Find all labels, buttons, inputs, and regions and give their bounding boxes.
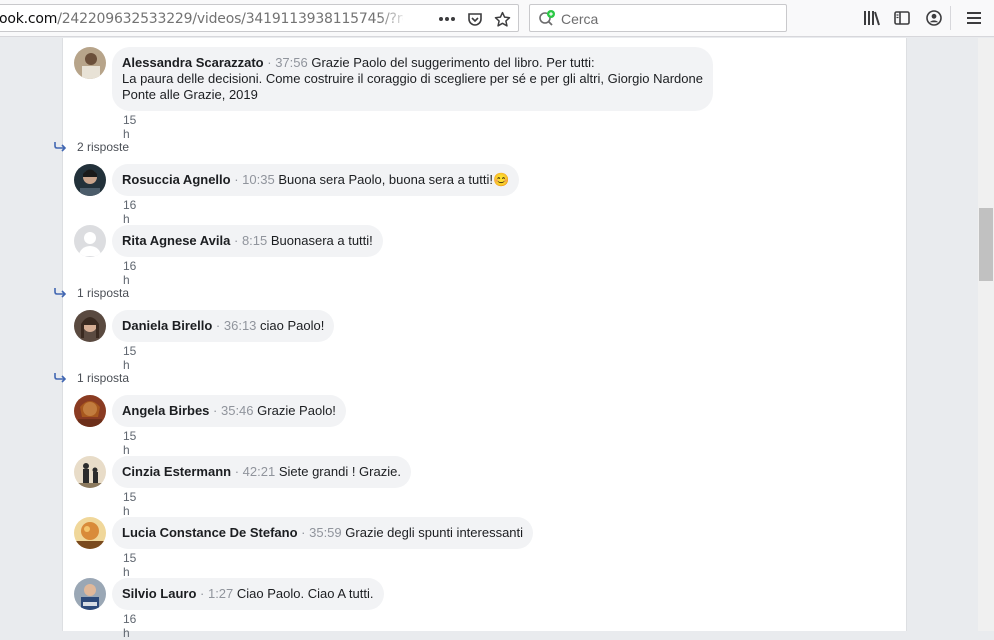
reply-arrow-icon bbox=[54, 142, 67, 152]
comment-age[interactable]: 15 h bbox=[123, 490, 136, 518]
url-fade bbox=[379, 7, 409, 29]
comment-text: Buonasera a tutti! bbox=[270, 233, 373, 248]
comment-bubble: Lucia Constance De Stefano · 35:59 Grazi… bbox=[112, 517, 534, 549]
comment-bubble: Silvio Lauro · 1:27 Ciao Paolo. Ciao A t… bbox=[112, 578, 384, 610]
pocket-icon[interactable] bbox=[464, 8, 486, 30]
page-actions-icon[interactable] bbox=[436, 8, 458, 30]
search-bar[interactable]: Cerca bbox=[529, 4, 787, 32]
scrollbar[interactable] bbox=[978, 38, 994, 631]
comment-timestamp[interactable]: 8:15 bbox=[242, 233, 267, 248]
avatar[interactable] bbox=[74, 225, 106, 257]
url-bar[interactable]: ook.com/242209632533229/videos/341911393… bbox=[0, 4, 519, 32]
menu-icon[interactable] bbox=[963, 7, 985, 29]
comment-author[interactable]: Lucia Constance De Stefano bbox=[122, 525, 298, 540]
avatar[interactable] bbox=[74, 164, 106, 196]
comment-timestamp[interactable]: 35:46 bbox=[221, 403, 254, 418]
reply-arrow-icon bbox=[54, 288, 67, 298]
comment-age[interactable]: 16 h bbox=[123, 259, 136, 287]
comment-age[interactable]: 15 h bbox=[123, 551, 136, 579]
sidebar-icon[interactable] bbox=[891, 7, 913, 29]
comment-bubble: Rosuccia Agnello · 10:35 Buona sera Paol… bbox=[112, 164, 520, 196]
avatar[interactable] bbox=[74, 47, 106, 79]
avatar[interactable] bbox=[74, 456, 106, 488]
comment-text: Siete grandi ! Grazie. bbox=[278, 464, 401, 479]
browser-toolbar: ook.com/242209632533229/videos/341911393… bbox=[0, 0, 994, 37]
comment-timestamp[interactable]: 36:13 bbox=[224, 318, 257, 333]
replies-count[interactable]: 1 risposta bbox=[77, 286, 129, 300]
comment-bubble: Cinzia Estermann · 42:21 Siete grandi ! … bbox=[112, 456, 411, 488]
comment-text: Grazie degli spunti interessanti bbox=[345, 525, 524, 540]
comment-text-line: La paura delle decisioni. Come costruire… bbox=[122, 71, 703, 86]
comment-timestamp[interactable]: 35:59 bbox=[309, 525, 342, 540]
comment-bubble: Daniela Birello · 36:13 ciao Paolo! bbox=[112, 310, 335, 342]
smile-emoji-icon: 😊 bbox=[493, 172, 510, 187]
comment-age[interactable]: 15 h bbox=[123, 344, 136, 372]
comment-text: Ciao Paolo. Ciao A tutti. bbox=[236, 586, 374, 601]
comment-age[interactable]: 15 h bbox=[123, 429, 136, 457]
bookmark-star-icon[interactable] bbox=[491, 8, 513, 30]
comment-timestamp[interactable]: 42:21 bbox=[243, 464, 276, 479]
comment-text: ciao Paolo! bbox=[260, 318, 325, 333]
comment-timestamp[interactable]: 1:27 bbox=[208, 586, 233, 601]
comment-timestamp[interactable]: 10:35 bbox=[242, 172, 275, 187]
replies-count[interactable]: 2 risposte bbox=[77, 140, 129, 154]
url-host: ook.com bbox=[0, 11, 58, 27]
comment-author[interactable]: Daniela Birello bbox=[122, 318, 212, 333]
comment-author[interactable]: Alessandra Scarazzato bbox=[122, 55, 264, 70]
comment-bubble: Rita Agnese Avila · 8:15 Buonasera a tut… bbox=[112, 225, 383, 257]
page-background-right bbox=[907, 38, 978, 631]
replies-link[interactable]: 2 risposte bbox=[54, 140, 129, 154]
comment-author[interactable]: Angela Birbes bbox=[122, 403, 209, 418]
url-text[interactable]: ook.com/242209632533229/videos/341911393… bbox=[0, 11, 403, 27]
avatar[interactable] bbox=[74, 578, 106, 610]
comment-age[interactable]: 16 h bbox=[123, 198, 136, 226]
comment-bubble: Alessandra Scarazzato · 37:56 Grazie Pao… bbox=[112, 47, 713, 111]
avatar[interactable] bbox=[74, 395, 106, 427]
comment-text: Buona sera Paolo, buona sera a tutti! bbox=[278, 172, 493, 187]
search-input[interactable]: Cerca bbox=[561, 11, 598, 27]
comment-author[interactable]: Rita Agnese Avila bbox=[122, 233, 230, 248]
replies-count[interactable]: 1 risposta bbox=[77, 371, 129, 385]
account-icon[interactable] bbox=[923, 7, 945, 29]
toolbar-separator bbox=[950, 6, 951, 30]
comment-age[interactable]: 16 h bbox=[123, 612, 136, 640]
comment-text-line: Grazie Paolo del suggerimento del libro.… bbox=[311, 55, 595, 70]
library-icon[interactable] bbox=[861, 7, 883, 29]
comment-author[interactable]: Rosuccia Agnello bbox=[122, 172, 231, 187]
comment-author[interactable]: Silvio Lauro bbox=[122, 586, 196, 601]
search-engine-icon bbox=[537, 8, 557, 28]
comment-text: Grazie Paolo! bbox=[257, 403, 336, 418]
replies-link[interactable]: 1 risposta bbox=[54, 371, 129, 385]
url-path: /242209632533229/videos/3419113938115745… bbox=[57, 11, 403, 27]
avatar[interactable] bbox=[74, 310, 106, 342]
comment-author[interactable]: Cinzia Estermann bbox=[122, 464, 231, 479]
replies-link[interactable]: 1 risposta bbox=[54, 286, 129, 300]
page-background-left bbox=[0, 38, 62, 631]
comment-bubble: Angela Birbes · 35:46 Grazie Paolo! bbox=[112, 395, 346, 427]
avatar[interactable] bbox=[74, 517, 106, 549]
reply-arrow-icon bbox=[54, 373, 67, 383]
scrollbar-thumb[interactable] bbox=[979, 208, 993, 281]
comment-text-line: Ponte alle Grazie, 2019 bbox=[122, 87, 258, 102]
comment-timestamp[interactable]: 37:56 bbox=[275, 55, 308, 70]
comment-age[interactable]: 15 h bbox=[123, 113, 136, 141]
